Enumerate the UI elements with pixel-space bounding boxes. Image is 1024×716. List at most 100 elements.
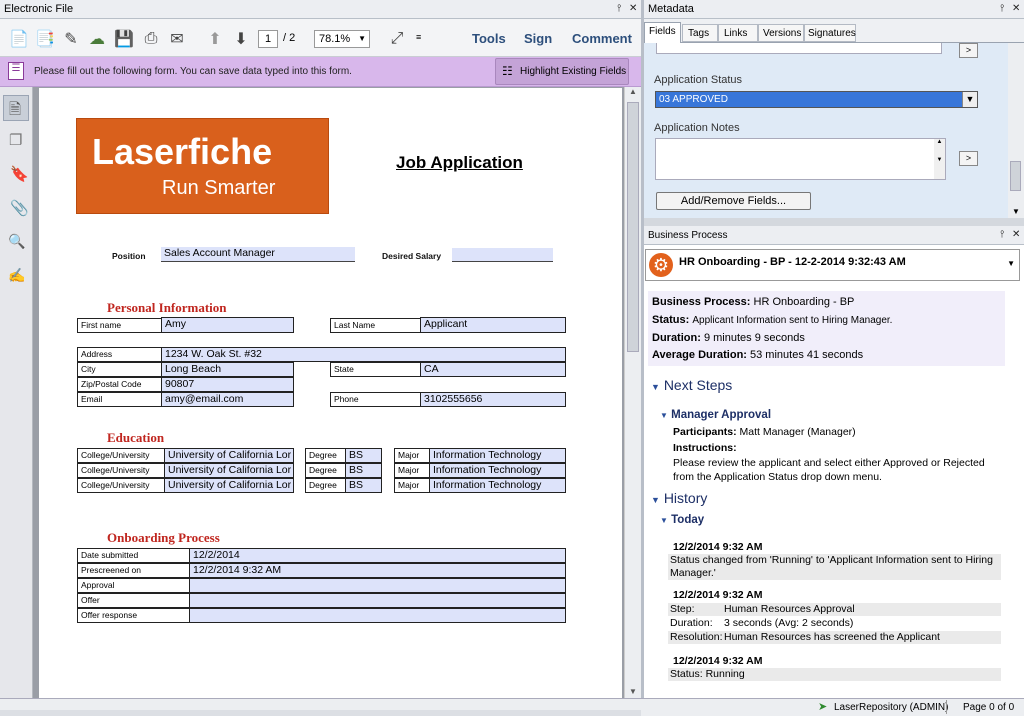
convert-icon[interactable]: 📑	[34, 28, 56, 50]
fullscreen-icon[interactable]: ⤢	[386, 28, 408, 50]
salary-field[interactable]	[452, 248, 553, 262]
print-icon[interactable]: ⎙	[140, 28, 162, 50]
college-label: College/University	[77, 463, 165, 478]
pin-icon[interactable]: ⫯	[1000, 229, 1004, 240]
scroll-up-icon[interactable]: ▲	[625, 87, 641, 101]
tab-fields[interactable]: Fields	[644, 22, 681, 43]
highlight-fields-button[interactable]: ☷ Highlight Existing Fields	[495, 58, 629, 85]
degree-field[interactable]: BS	[345, 478, 382, 493]
zip-field[interactable]: 90807	[161, 377, 294, 392]
college-field[interactable]: University of California Lor	[164, 448, 294, 463]
create-icon[interactable]: 📄	[8, 28, 30, 50]
history-title: History	[663, 490, 708, 506]
status-dropdown[interactable]: 03 APPROVED ▼	[655, 91, 978, 108]
onb-value[interactable]	[189, 608, 566, 623]
chevron-down-icon: ▼	[962, 92, 977, 107]
comment-link[interactable]: Comment	[572, 31, 632, 46]
pages-icon[interactable]: ❐	[9, 131, 22, 149]
prev-field-input[interactable]	[656, 43, 942, 54]
binoculars-icon[interactable]: 🔍	[8, 233, 25, 250]
notes-scroll[interactable]: ▲ ▼	[934, 139, 945, 179]
bp-duration-label: Duration:	[652, 332, 701, 344]
expand-button[interactable]: >	[959, 43, 978, 58]
onb-value[interactable]	[189, 578, 566, 593]
last-name-field[interactable]: Applicant	[420, 317, 566, 333]
add-remove-fields-button[interactable]: Add/Remove Fields...	[656, 192, 811, 210]
edit-icon[interactable]: ✎	[60, 28, 82, 50]
onb-label: Offer response	[77, 608, 190, 623]
participants-value: Matt Manager (Manager)	[739, 426, 856, 438]
major-field[interactable]: Information Technology	[429, 448, 566, 463]
notes-expand-button[interactable]: >	[959, 151, 978, 166]
address-label: Address	[77, 347, 162, 362]
metadata-scrollbar[interactable]: ▼	[1008, 43, 1024, 218]
onb-value[interactable]: 12/2/2014	[189, 548, 566, 563]
history-time: 12/2/2014 9:32 AM	[673, 655, 763, 667]
history-resolution-row: Resolution:Human Resources has screened …	[668, 631, 1001, 644]
first-name-field[interactable]: Amy	[161, 317, 294, 333]
major-field[interactable]: Information Technology	[429, 478, 566, 493]
degree-field[interactable]: BS	[345, 448, 382, 463]
next-steps-header[interactable]: ▼ Next Steps	[651, 377, 732, 393]
tab-links[interactable]: Links	[718, 24, 758, 42]
bp-avg-line: Average Duration: 53 minutes 41 seconds	[652, 349, 863, 361]
vertical-scrollbar[interactable]: ▲ ▼	[624, 87, 641, 698]
college-field[interactable]: University of California Lor	[164, 478, 294, 493]
bp-avg-value: 53 minutes 41 seconds	[750, 349, 864, 361]
today-header[interactable]: ▼ Today	[660, 514, 704, 526]
tab-tags[interactable]: Tags	[682, 24, 718, 42]
email-field[interactable]: amy@email.com	[161, 392, 294, 407]
cloud-icon[interactable]: ☁	[86, 28, 108, 50]
step-header[interactable]: ▼ Manager Approval	[660, 409, 771, 421]
pin-icon[interactable]: ⫯	[1000, 3, 1004, 14]
save-icon[interactable]: 💾	[113, 28, 135, 50]
collapse-icon: ▼	[651, 495, 660, 505]
position-field[interactable]: Sales Account Manager	[161, 247, 355, 262]
first-name-label: First name	[77, 318, 162, 333]
close-icon[interactable]: ✕	[1012, 229, 1020, 240]
major-field[interactable]: Information Technology	[429, 463, 566, 478]
signature-icon[interactable]: ✍	[8, 267, 25, 284]
notes-textarea[interactable]: ▲ ▼	[655, 138, 946, 180]
onb-value[interactable]: 12/2/2014 9:32 AM	[189, 563, 566, 578]
page-input[interactable]: 1	[258, 30, 278, 48]
email-icon[interactable]: ✉	[166, 28, 188, 50]
participants-label: Participants:	[673, 426, 737, 438]
scroll-down-icon[interactable]: ▼	[625, 687, 641, 696]
next-steps-title: Next Steps	[663, 377, 733, 393]
bookmark-icon[interactable]: 🔖	[10, 165, 29, 183]
attachment-icon[interactable]: 📎	[10, 199, 29, 217]
sign-link[interactable]: Sign	[524, 31, 552, 46]
status-divider	[946, 700, 947, 714]
phone-field[interactable]: 3102555656	[420, 392, 566, 407]
college-field[interactable]: University of California Lor	[164, 463, 294, 478]
close-icon[interactable]: ✕	[629, 3, 637, 14]
scroll-down-icon[interactable]: ▼	[1008, 207, 1024, 216]
scroll-thumb[interactable]	[1010, 161, 1021, 191]
tools-link[interactable]: Tools	[472, 31, 506, 46]
repository-name: LaserRepository (ADMIN)	[834, 702, 949, 713]
toolbar-options-icon[interactable]: ≡	[416, 32, 421, 42]
last-name-label: Last Name	[330, 318, 421, 333]
history-header[interactable]: ▼ History	[651, 490, 707, 506]
close-icon[interactable]: ✕	[1012, 3, 1020, 14]
zoom-select[interactable]: 78.1% ▼	[314, 30, 370, 48]
page-indicator: Page 0 of 0	[963, 702, 1015, 713]
scroll-thumb[interactable]	[627, 102, 639, 352]
page-thumbnail-icon[interactable]: 🗎	[9, 99, 21, 124]
history-step-row: Step: Human Resources Approval	[668, 603, 1001, 616]
onb-value[interactable]	[189, 593, 566, 608]
metadata-title: Metadata	[648, 3, 694, 15]
taskbar-strip	[0, 710, 641, 716]
pin-icon[interactable]: ⫯	[617, 3, 621, 14]
city-field[interactable]: Long Beach	[161, 362, 294, 377]
tab-signatures[interactable]: Signatures	[804, 24, 856, 42]
resolution-value: Human Resources has screened the Applica…	[724, 631, 940, 643]
bp-selector[interactable]: ⚙ HR Onboarding - BP - 12-2-2014 9:32:43…	[645, 249, 1020, 281]
next-page-icon[interactable]: ⬇	[230, 28, 252, 50]
tab-versions[interactable]: Versions	[758, 24, 804, 42]
address-field[interactable]: 1234 W. Oak St. #32	[161, 347, 566, 362]
state-field[interactable]: CA	[420, 362, 566, 377]
degree-field[interactable]: BS	[345, 463, 382, 478]
prev-page-icon[interactable]: ⬆	[204, 28, 226, 50]
